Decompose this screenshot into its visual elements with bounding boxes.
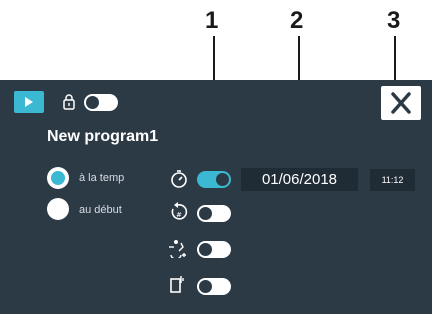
program-name: New program1 <box>47 128 159 145</box>
callout-2: 2 <box>290 7 304 34</box>
close-icon <box>391 92 411 114</box>
program-panel: New program1 à la temp au début # 01/06/… <box>0 80 432 314</box>
radio-a-la-temp[interactable] <box>47 167 69 189</box>
walk-toggle[interactable] <box>197 241 231 258</box>
repeat-icon: # <box>171 202 188 220</box>
door-toggle[interactable] <box>197 278 231 295</box>
callout-3: 3 <box>387 7 401 34</box>
repeat-toggle[interactable] <box>197 205 231 222</box>
lock-toggle[interactable] <box>84 94 118 111</box>
radio-label-a-la-temp: à la temp <box>79 172 125 184</box>
play-icon <box>25 97 33 107</box>
callout-1: 1 <box>205 7 219 34</box>
time-field[interactable]: 11:12 <box>370 169 415 191</box>
walk-icon <box>169 240 186 258</box>
timer-icon <box>171 170 187 188</box>
play-button[interactable] <box>14 91 44 113</box>
door-icon <box>170 276 184 293</box>
svg-text:#: # <box>176 211 182 219</box>
lock-icon <box>63 94 75 110</box>
close-button[interactable] <box>381 86 421 120</box>
radio-label-au-debut: au début <box>79 204 122 216</box>
timer-toggle[interactable] <box>197 171 231 188</box>
radio-au-debut[interactable] <box>47 198 69 220</box>
date-field[interactable]: 01/06/2018 <box>241 168 358 191</box>
